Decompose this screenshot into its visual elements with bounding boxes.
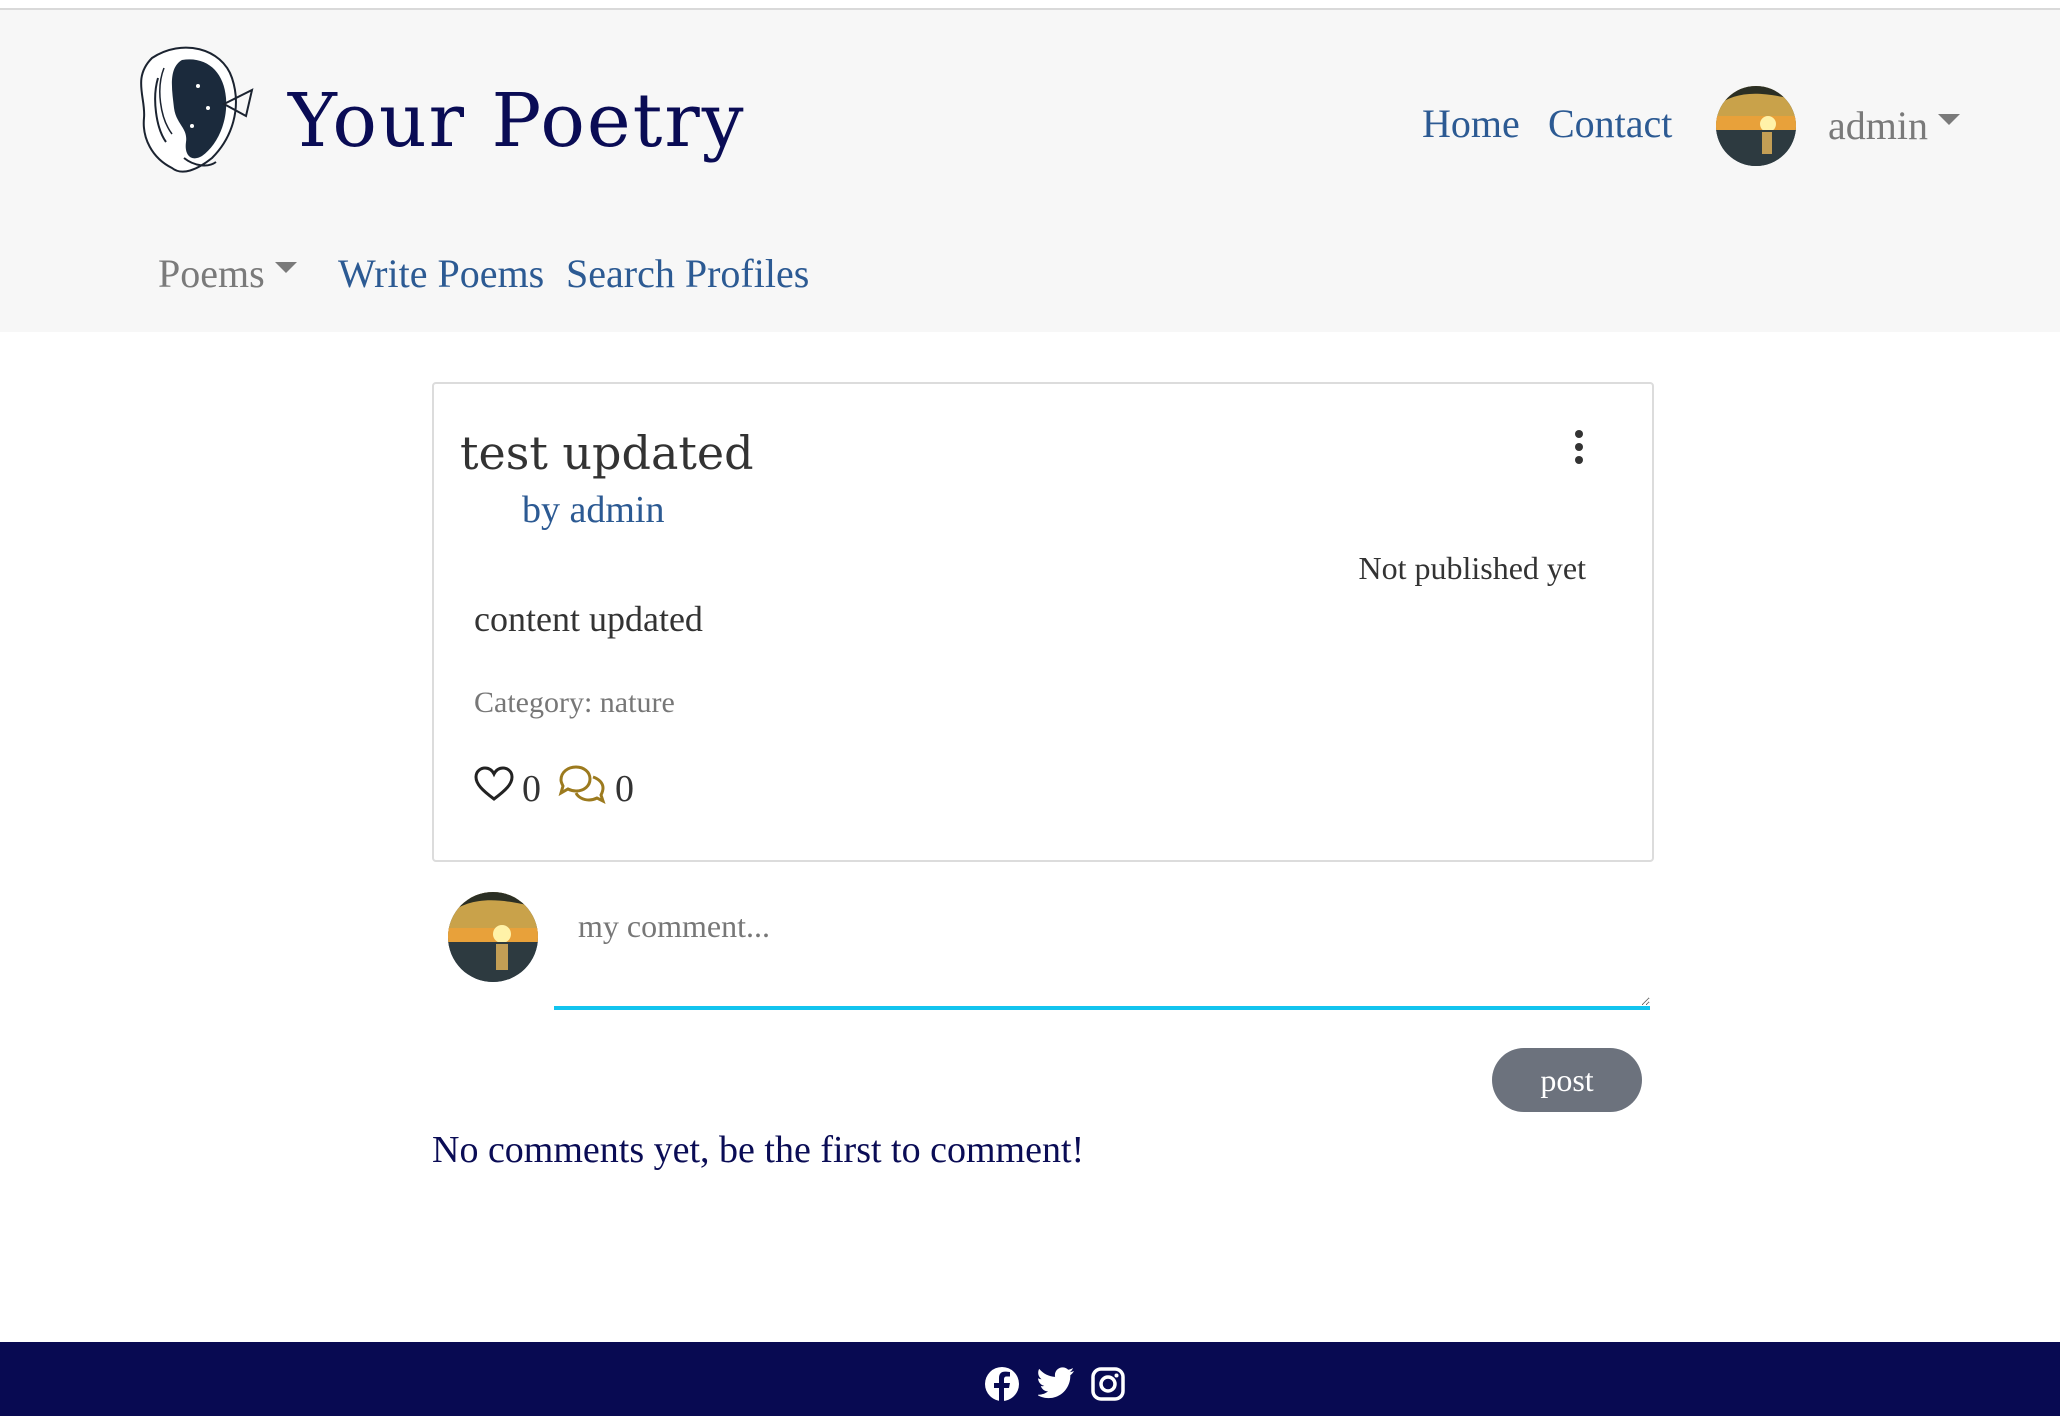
poem-content: content updated	[474, 599, 703, 639]
browser-top-border	[0, 0, 2060, 10]
poems-dropdown-toggle[interactable]: Poems	[158, 250, 297, 297]
facebook-icon[interactable]	[984, 1366, 1020, 1402]
poem-category: Category: nature	[474, 686, 675, 719]
woman-profile-logo-icon[interactable]	[112, 38, 260, 186]
user-dropdown-toggle[interactable]: admin	[1828, 102, 1960, 149]
site-header: Your Poetry Home Contact admin Poems Wri…	[0, 10, 2060, 332]
comments-icon[interactable]	[557, 764, 607, 814]
instagram-icon[interactable]	[1090, 1366, 1126, 1402]
poem-author-link[interactable]: by admin	[522, 488, 664, 532]
site-brand-title[interactable]: Your Poetry	[288, 78, 746, 164]
user-name: admin	[1828, 103, 1928, 148]
comment-input[interactable]	[554, 892, 1650, 1010]
nav-search-profiles-link[interactable]: Search Profiles	[566, 250, 809, 297]
poem-reactions: 0 0	[474, 764, 650, 814]
poem-card: test updated by admin Not published yet …	[432, 382, 1654, 862]
poems-menu-label: Poems	[158, 251, 265, 296]
nav-home-link[interactable]: Home	[1422, 100, 1520, 147]
heart-icon[interactable]	[474, 766, 514, 812]
poem-title: test updated	[460, 426, 754, 480]
empty-comments-message: No comments yet, be the first to comment…	[432, 1129, 1085, 1171]
nav-contact-link[interactable]: Contact	[1548, 100, 1672, 147]
twitter-icon[interactable]	[1036, 1366, 1074, 1402]
nav-write-poems-link[interactable]: Write Poems	[338, 250, 544, 297]
kebab-menu-icon[interactable]	[1564, 430, 1594, 474]
caret-down-icon	[274, 262, 297, 274]
caret-down-icon	[1937, 114, 1960, 126]
likes-count: 0	[522, 768, 541, 810]
comments-count: 0	[615, 768, 634, 810]
commenter-avatar	[448, 892, 538, 982]
post-comment-button[interactable]: post	[1492, 1048, 1642, 1112]
user-avatar[interactable]	[1716, 86, 1796, 166]
publish-status: Not published yet	[1358, 550, 1586, 586]
site-footer	[0, 1342, 2060, 1416]
